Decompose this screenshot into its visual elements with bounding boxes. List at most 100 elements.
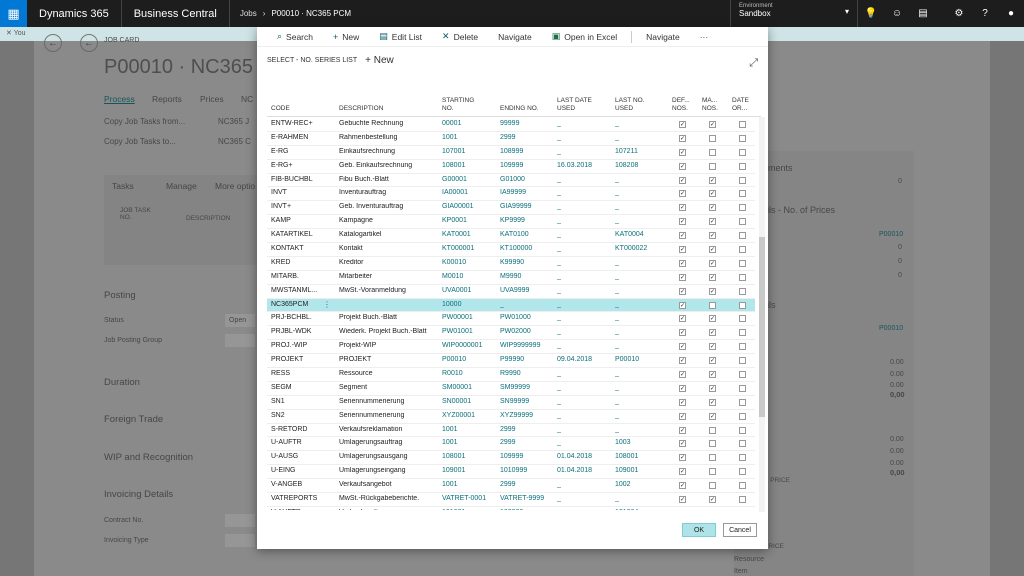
cell-last-no-used[interactable]: 107211 [615, 148, 667, 155]
checkbox-default-nos[interactable]: ✓ [679, 259, 686, 267]
list-new-button[interactable]: + New [365, 55, 394, 66]
checkbox-default-nos[interactable]: ✓ [679, 482, 686, 490]
checkbox-date-order[interactable] [739, 468, 746, 476]
table-row[interactable]: INVT Inventurauftrag IA00001 IA99999 _ _ ✓ ✓ [267, 187, 755, 202]
checkbox-manual-nos[interactable]: ✓ [709, 204, 716, 212]
cell-starting-no[interactable]: SN00001 [442, 398, 497, 405]
checkbox-date-order[interactable] [739, 162, 746, 170]
cell-last-no-used[interactable]: P00010 [615, 356, 667, 363]
table-row[interactable]: V-ANGEB Verkaufsangebot 1001 2999 _ 1002 ✓ [267, 479, 755, 494]
checkbox-manual-nos[interactable]: ✓ [709, 412, 716, 420]
cell-ending-no[interactable]: 109999 [500, 162, 555, 169]
checkbox-default-nos[interactable]: ✓ [679, 246, 686, 254]
checkbox-manual-nos[interactable]: ✓ [709, 287, 716, 295]
cell-last-no-used[interactable]: _ [615, 342, 667, 349]
cell-starting-no[interactable]: PW00001 [442, 314, 497, 321]
column-default-nos[interactable]: DEF... NOS. [672, 97, 690, 113]
cell-last-no-used[interactable]: 1002 [615, 481, 667, 488]
column-date-order[interactable]: DATE OR... [732, 97, 749, 113]
checkbox-manual-nos[interactable] [709, 454, 716, 462]
column-starting-no[interactable]: STARTING NO. [442, 97, 474, 113]
table-row[interactable]: PROJEKT PROJEKT P00010 P99990 09.04.2018 P000… [267, 354, 755, 369]
table-row[interactable]: MITARB. Mitarbeiter M0010 M9990 _ _ ✓ ✓ [267, 271, 755, 285]
cell-ending-no[interactable]: WIP9999999 [500, 342, 555, 349]
brand-name[interactable]: Dynamics 365 [27, 0, 122, 27]
open-in-excel-button[interactable]: ▣ Open in Excel [542, 27, 627, 47]
table-row[interactable]: PRJ-BCHBL. Projekt Buch.-Blatt PW00001 PW01… [267, 312, 755, 327]
checkbox-date-order[interactable] [739, 329, 746, 337]
checkbox-default-nos[interactable]: ✓ [679, 218, 686, 226]
checkbox-default-nos[interactable]: ✓ [679, 357, 686, 365]
cell-starting-no[interactable]: SM00001 [442, 384, 497, 391]
checkbox-manual-nos[interactable]: ✓ [709, 357, 716, 365]
cell-last-no-used[interactable]: _ [615, 134, 667, 141]
cell-ending-no[interactable]: PW01000 [500, 314, 555, 321]
scrollbar-thumb[interactable] [759, 237, 765, 417]
environment-switcher[interactable]: Environment Sandbox ▾ [730, 0, 858, 27]
cell-starting-no[interactable]: KAT0001 [442, 231, 497, 238]
checkbox-date-order[interactable] [739, 343, 746, 351]
cell-last-no-used[interactable]: 109001 [615, 467, 667, 474]
checkbox-default-nos[interactable]: ✓ [679, 301, 686, 309]
cell-starting-no[interactable]: UVA0001 [442, 287, 497, 294]
checkbox-manual-nos[interactable] [709, 162, 716, 170]
cell-ending-no[interactable]: 109999 [500, 453, 555, 460]
cell-last-no-used[interactable]: _ [615, 426, 667, 433]
checkbox-default-nos[interactable]: ✓ [679, 273, 686, 281]
cell-last-no-used[interactable]: _ [615, 412, 667, 419]
cell-starting-no[interactable]: KP0001 [442, 217, 497, 224]
checkbox-date-order[interactable] [739, 315, 746, 323]
cell-code[interactable]: FIB-BUCHBL [271, 176, 333, 183]
cell-code[interactable]: E-RAHMEN [271, 134, 333, 141]
cell-code[interactable]: U-EING [271, 467, 333, 474]
checkbox-default-nos[interactable]: ✓ [679, 148, 686, 156]
checkbox-default-nos[interactable]: ✓ [679, 204, 686, 212]
checkbox-manual-nos[interactable]: ✓ [709, 218, 716, 226]
checkbox-date-order[interactable] [739, 190, 746, 198]
edit-list-button[interactable]: ▤ Edit List [369, 27, 432, 47]
checkbox-manual-nos[interactable] [709, 440, 716, 448]
cell-code[interactable]: KAMP [271, 217, 333, 224]
gear-icon[interactable]: ⚙ [946, 0, 972, 27]
column-last-no-used[interactable]: LAST NO. USED [615, 97, 645, 113]
cell-ending-no[interactable]: 1010999 [500, 467, 555, 474]
new-button[interactable]: + New [323, 27, 369, 47]
ok-button[interactable]: OK [682, 523, 716, 537]
checkbox-date-order[interactable] [739, 232, 746, 240]
cell-code[interactable]: E-RG+ [271, 162, 333, 169]
cell-starting-no[interactable]: G00001 [442, 176, 497, 183]
cell-code[interactable]: U-AUSG [271, 453, 333, 460]
checkbox-date-order[interactable] [739, 482, 746, 490]
breadcrumb-job[interactable]: P00010 · NC365 PCM [271, 9, 351, 18]
cell-last-no-used[interactable]: _ [615, 120, 667, 127]
cell-last-no-used[interactable]: _ [615, 301, 667, 308]
checkbox-manual-nos[interactable]: ✓ [709, 496, 716, 504]
cell-code[interactable]: PRJBL-WDK [271, 328, 333, 335]
table-row[interactable]: KRED Kreditor K00010 K99990 _ _ ✓ ✓ [267, 257, 755, 271]
cell-starting-no[interactable]: R0010 [442, 370, 497, 377]
checkbox-manual-nos[interactable]: ✓ [709, 398, 716, 406]
cell-code[interactable]: INVT+ [271, 203, 333, 210]
cell-code[interactable]: SEGM [271, 384, 333, 391]
cell-starting-no[interactable]: K00010 [442, 259, 497, 266]
checkbox-date-order[interactable] [739, 148, 746, 156]
cell-last-no-used[interactable]: _ [615, 176, 667, 183]
cell-ending-no[interactable]: 2999 [500, 134, 555, 141]
app-launcher-icon[interactable]: ▦ [0, 0, 27, 27]
checkbox-default-nos[interactable]: ✓ [679, 468, 686, 476]
checkbox-manual-nos[interactable]: ✓ [709, 371, 716, 379]
cell-ending-no[interactable]: G01000 [500, 176, 555, 183]
cell-last-no-used[interactable]: _ [615, 314, 667, 321]
cell-starting-no[interactable]: XYZ00001 [442, 412, 497, 419]
column-ending-no[interactable]: ENDING NO. [500, 105, 539, 113]
delete-button[interactable]: ✕ Delete [432, 27, 488, 47]
cell-code[interactable]: MWSTANML... [271, 287, 333, 294]
cell-ending-no[interactable]: GIA99999 [500, 203, 555, 210]
checkbox-default-nos[interactable]: ✓ [679, 412, 686, 420]
table-row[interactable]: U-AUFTR Umlagerungsauftrag 1001 2999 _ 1003 ✓ [267, 437, 755, 452]
table-row[interactable]: SN1 Seriennummerierung SN00001 SN99999 _ _ ✓ ✓ [267, 396, 755, 410]
cell-ending-no[interactable]: 99999 [500, 120, 555, 127]
cell-last-no-used[interactable]: _ [615, 189, 667, 196]
checkbox-default-nos[interactable]: ✓ [679, 315, 686, 323]
checkbox-date-order[interactable] [739, 426, 746, 434]
